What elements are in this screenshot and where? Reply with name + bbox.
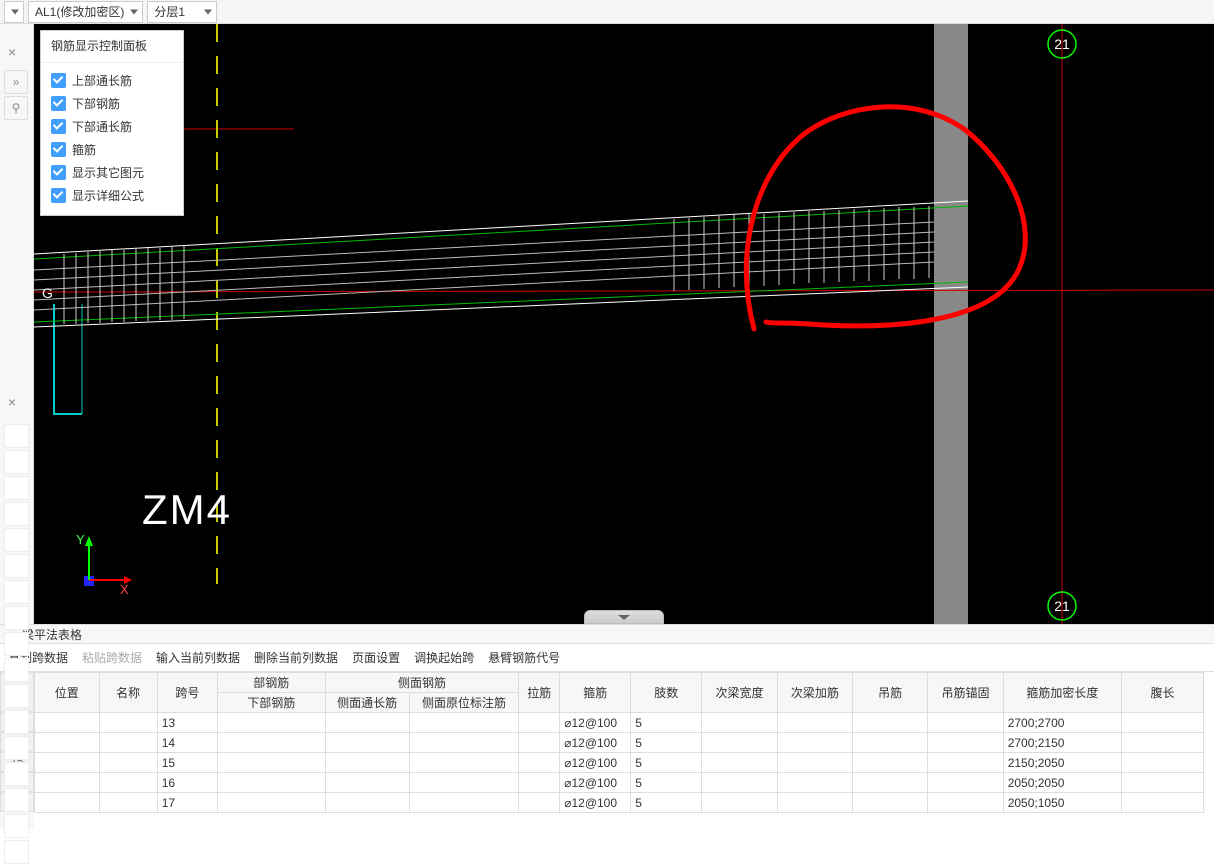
sidebar-slot[interactable] bbox=[4, 736, 29, 760]
col-web[interactable]: 腹长 bbox=[1122, 673, 1204, 713]
sidebar-slot[interactable] bbox=[4, 788, 29, 812]
checkbox-icon[interactable] bbox=[51, 165, 66, 180]
sidebar-slot[interactable] bbox=[4, 840, 29, 864]
table-row[interactable]: 15⌀12@10052150;2050 bbox=[35, 753, 1204, 773]
section-title: 梁平法表格 bbox=[22, 626, 82, 643]
col-group-side[interactable]: 侧面钢筋 bbox=[325, 673, 519, 693]
panel-item[interactable]: 显示详细公式 bbox=[47, 184, 177, 207]
panel-item[interactable]: 上部通长筋 bbox=[47, 69, 177, 92]
col-span[interactable]: 跨号 bbox=[157, 673, 217, 713]
panel-item[interactable]: 下部通长筋 bbox=[47, 115, 177, 138]
close-icon[interactable]: × bbox=[8, 44, 16, 60]
cad-canvas[interactable]: 21 21 G ZM4 X Y 钢筋显示控制面板 上部通长筋 bbox=[34, 24, 1214, 624]
table-toolbar: 复制跨数据 粘贴跨数据 输入当前列数据 删除当前列数据 页面设置 调换起始跨 悬… bbox=[0, 644, 1214, 672]
sidebar-slot[interactable] bbox=[4, 580, 29, 604]
rebar-display-panel: 钢筋显示控制面板 上部通长筋 下部钢筋 下部通长筋 箍筋 显示其它图元 显示详细… bbox=[40, 30, 184, 216]
col-side-thru[interactable]: 侧面通长筋 bbox=[325, 693, 409, 713]
col-hanger[interactable]: 吊筋 bbox=[853, 673, 928, 713]
checkbox-icon[interactable] bbox=[51, 119, 66, 134]
grid-header: 位置 名称 跨号 部钢筋 侧面钢筋 拉筋 箍筋 肢数 次梁宽度 次梁加筋 吊筋 … bbox=[35, 673, 1204, 713]
splitter-handle[interactable] bbox=[584, 610, 664, 624]
bubble-21-top: 21 bbox=[1054, 36, 1070, 52]
checkbox-icon[interactable] bbox=[51, 73, 66, 88]
sidebar-slot[interactable] bbox=[4, 528, 29, 552]
panel-item-label: 下部通长筋 bbox=[72, 118, 132, 135]
col-tie[interactable]: 拉筋 bbox=[519, 673, 560, 713]
checkbox-icon[interactable] bbox=[51, 96, 66, 111]
swap-start-span-button[interactable]: 调换起始跨 bbox=[414, 649, 474, 666]
col-stir-dense[interactable]: 箍筋加密长度 bbox=[1003, 673, 1121, 713]
panel-item-label: 箍筋 bbox=[72, 141, 96, 158]
sidebar-slot[interactable] bbox=[4, 814, 29, 838]
sidebar-tool-2[interactable]: ⚲ bbox=[4, 96, 28, 120]
svg-text:X: X bbox=[120, 582, 129, 597]
table-row[interactable]: 13⌀12@10052700;2700 bbox=[35, 713, 1204, 733]
table-row[interactable]: 16⌀12@10052050;2050 bbox=[35, 773, 1204, 793]
sidebar-slot[interactable] bbox=[4, 424, 29, 448]
sidebar-slot[interactable] bbox=[4, 606, 29, 630]
col-secadd[interactable]: 次梁加筋 bbox=[777, 673, 852, 713]
sidebar-slot[interactable] bbox=[4, 710, 29, 734]
checkbox-icon[interactable] bbox=[51, 142, 66, 157]
dropdown-area[interactable]: AL1(修改加密区) bbox=[28, 1, 143, 23]
annotation-circle bbox=[746, 107, 1025, 329]
member-label-zm4: ZM4 bbox=[142, 486, 232, 533]
sidebar-slot[interactable] bbox=[4, 450, 29, 474]
sidebar-slot[interactable] bbox=[4, 632, 29, 656]
sidebar-slot[interactable] bbox=[4, 762, 29, 786]
svg-text:Y: Y bbox=[76, 532, 85, 547]
sidebar-slot[interactable] bbox=[4, 502, 29, 526]
left-sidebar: × » ⚲ × bbox=[0, 24, 34, 624]
sidebar-slot[interactable] bbox=[4, 554, 29, 578]
cantilever-code-button[interactable]: 悬臂钢筋代号 bbox=[488, 649, 560, 666]
table-row[interactable]: 14⌀12@10052700;2150 bbox=[35, 733, 1204, 753]
col-hanchor[interactable]: 吊筋锚固 bbox=[928, 673, 1003, 713]
panel-item[interactable]: 下部钢筋 bbox=[47, 92, 177, 115]
col-bottom-bar[interactable]: 下部钢筋 bbox=[217, 693, 325, 713]
panel-item[interactable]: 显示其它图元 bbox=[47, 161, 177, 184]
data-grid[interactable]: 13 14 15 16 17 位置 名称 跨号 部钢筋 侧面钢筋 拉筋 箍筋 肢… bbox=[0, 672, 1214, 828]
paste-span-button: 粘贴跨数据 bbox=[82, 649, 142, 666]
sidebar-tool-1[interactable]: » bbox=[4, 70, 28, 94]
dropdown-empty-1[interactable] bbox=[4, 1, 24, 23]
panel-item[interactable]: 箍筋 bbox=[47, 138, 177, 161]
sidebar-slot[interactable] bbox=[4, 476, 29, 500]
delete-column-button[interactable]: 删除当前列数据 bbox=[254, 649, 338, 666]
dropdown-area-value: AL1(修改加密区) bbox=[35, 3, 124, 20]
input-column-button[interactable]: 输入当前列数据 bbox=[156, 649, 240, 666]
panel-item-label: 显示详细公式 bbox=[72, 187, 144, 204]
col-side-orig[interactable]: 侧面原位标注筋 bbox=[409, 693, 519, 713]
checkbox-icon[interactable] bbox=[51, 188, 66, 203]
chevron-down-icon bbox=[618, 615, 630, 620]
col-name[interactable]: 名称 bbox=[99, 673, 157, 713]
panel-item-label: 显示其它图元 bbox=[72, 164, 144, 181]
col-secw[interactable]: 次梁宽度 bbox=[702, 673, 777, 713]
col-legs[interactable]: 肢数 bbox=[631, 673, 702, 713]
table-row[interactable]: 17⌀12@10052050;1050 bbox=[35, 793, 1204, 813]
top-bar: AL1(修改加密区) 分层1 bbox=[0, 0, 1214, 24]
dropdown-layer-value: 分层1 bbox=[154, 3, 185, 20]
sidebar-slot[interactable] bbox=[4, 658, 29, 682]
axis-bubble-g: G bbox=[42, 285, 53, 301]
table-section-header: 梁平法表格 bbox=[0, 624, 1214, 644]
dropdown-layer[interactable]: 分层1 bbox=[147, 1, 217, 23]
col-pos[interactable]: 位置 bbox=[35, 673, 100, 713]
bubble-21-bottom: 21 bbox=[1054, 598, 1070, 614]
col-group-bu[interactable]: 部钢筋 bbox=[217, 673, 325, 693]
axis-triad: X Y bbox=[76, 532, 132, 597]
panel-title: 钢筋显示控制面板 bbox=[41, 31, 183, 63]
panel-item-label: 上部通长筋 bbox=[72, 72, 132, 89]
panel-item-label: 下部钢筋 bbox=[72, 95, 120, 112]
col-stirrup[interactable]: 箍筋 bbox=[560, 673, 631, 713]
sidebar-slot[interactable] bbox=[4, 684, 29, 708]
page-settings-button[interactable]: 页面设置 bbox=[352, 649, 400, 666]
